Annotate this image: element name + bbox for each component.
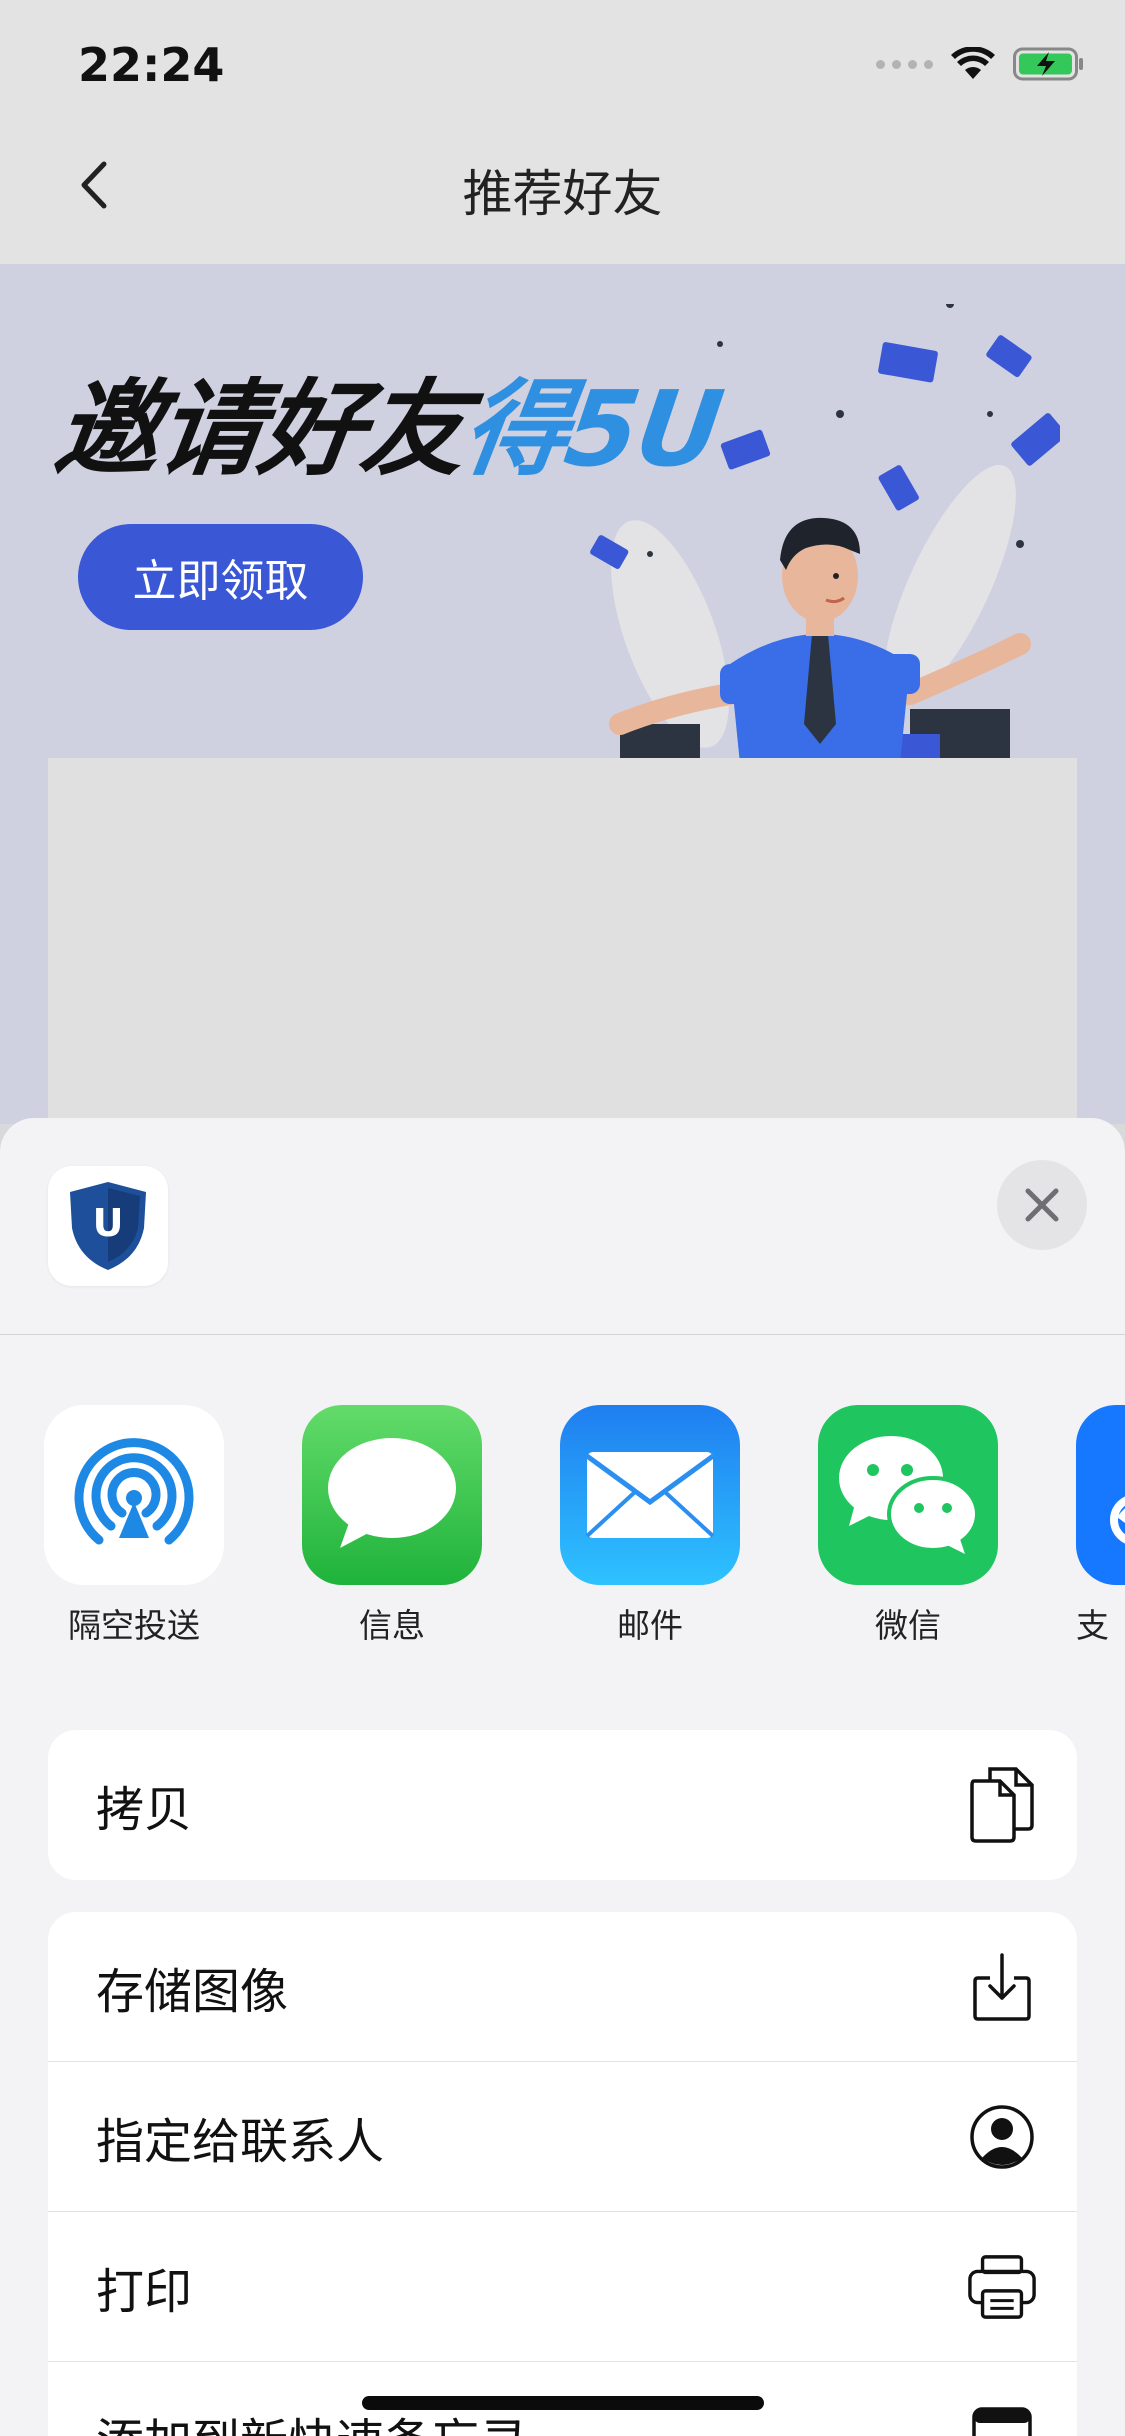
home-indicator [362, 2396, 764, 2410]
share-app-messages[interactable]: 信息 [302, 1405, 482, 1647]
save-image-icon [967, 1952, 1037, 2022]
businessman-illustration [590, 304, 1060, 764]
status-bar: 22:24 [0, 0, 1125, 132]
copy-icon [967, 1767, 1037, 1843]
mail-icon [560, 1405, 740, 1585]
action-group-main: 存储图像 指定给联系人 打印 [48, 1912, 1077, 2436]
action-print[interactable]: 打印 [48, 2212, 1077, 2362]
screen: 22:24 推荐好友 邀请好友得5U 立即领取 U 隔空投送 信息 邮件 微信 … [0, 0, 1125, 2436]
alipay-icon [1076, 1405, 1125, 1585]
invite-content-card [48, 758, 1077, 1124]
share-app-label: 信息 [359, 1606, 425, 1645]
action-label: 打印 [96, 2263, 193, 2320]
action-assign-contact[interactable]: 指定给联系人 [48, 2062, 1077, 2212]
close-button[interactable] [997, 1160, 1087, 1250]
share-app-airdrop[interactable]: 隔空投送 [44, 1405, 224, 1647]
share-sheet-header: U [0, 1118, 1125, 1335]
banner-title-black: 邀请好友 [48, 368, 474, 490]
battery-charging-icon [1013, 47, 1083, 81]
signal-dots-icon [876, 59, 933, 69]
quick-note-icon [967, 2402, 1037, 2436]
claim-button[interactable]: 立即领取 [78, 524, 363, 630]
action-label: 指定给联系人 [96, 2113, 385, 2170]
invite-banner: 邀请好友得5U 立即领取 [0, 264, 1125, 1124]
status-time: 22:24 [78, 38, 225, 92]
wechat-icon [818, 1405, 998, 1585]
action-group-copy: 拷贝 [48, 1730, 1077, 1880]
action-copy[interactable]: 拷贝 [48, 1730, 1077, 1880]
action-label: 拷贝 [96, 1782, 193, 1838]
page-title: 推荐好友 [462, 165, 663, 223]
share-app-label: 隔空投送 [68, 1606, 200, 1645]
share-app-wechat[interactable]: 微信 [818, 1405, 998, 1647]
airdrop-icon [44, 1405, 224, 1585]
share-apps-row: 隔空投送 信息 邮件 微信 支 [0, 1405, 1125, 1665]
share-app-label: 支 [1076, 1606, 1109, 1645]
share-app-label: 微信 [875, 1606, 941, 1645]
print-icon [967, 2252, 1037, 2322]
shield-logo-letter: U [93, 1201, 124, 1245]
close-icon [1025, 1188, 1059, 1222]
shared-item-thumbnail: U [48, 1166, 168, 1286]
action-label: 存储图像 [96, 1963, 289, 2020]
messages-icon [302, 1405, 482, 1585]
nav-bar: 推荐好友 [0, 132, 1125, 264]
action-save-image[interactable]: 存储图像 [48, 1912, 1077, 2062]
wifi-icon [951, 47, 995, 79]
shield-logo-icon: U [70, 1182, 146, 1270]
status-icons [876, 46, 1085, 82]
share-app-alipay[interactable]: 支 [1076, 1405, 1125, 1647]
share-app-label: 邮件 [617, 1606, 683, 1645]
share-app-mail[interactable]: 邮件 [560, 1405, 740, 1647]
share-sheet: U 隔空投送 信息 邮件 微信 支 拷贝 存储图像 指定给联系人 打印 [0, 1118, 1125, 2436]
assign-contact-icon [967, 2102, 1037, 2172]
